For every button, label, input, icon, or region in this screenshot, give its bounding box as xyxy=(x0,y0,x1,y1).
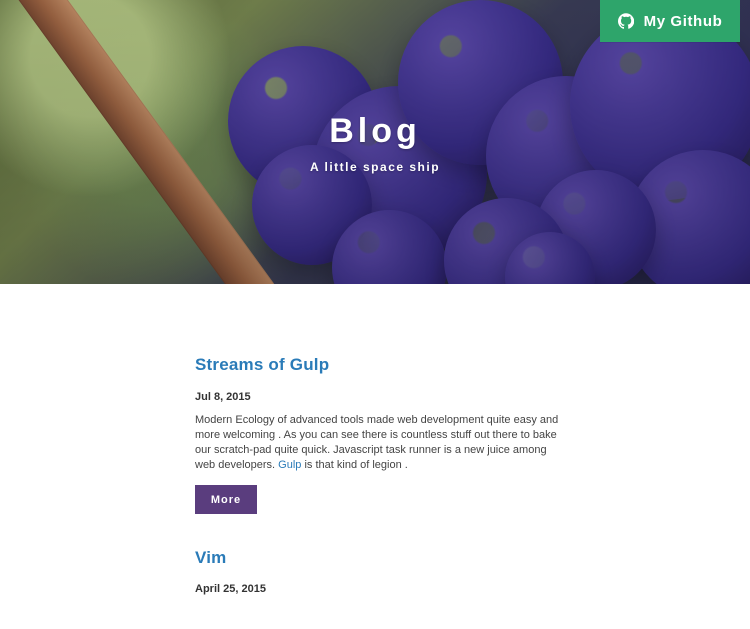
post-excerpt-text-after-link: is that kind of legion . xyxy=(304,459,408,471)
post-title-link[interactable]: Vim xyxy=(195,548,226,568)
site-subtitle: A little space ship xyxy=(309,160,441,174)
post-excerpt: Modern Ecology of advanced tools made we… xyxy=(195,413,565,473)
post-list: Streams of Gulp Jul 8, 2015 Modern Ecolo… xyxy=(195,355,565,629)
github-button-label: My Github xyxy=(643,12,723,30)
github-button[interactable]: My Github xyxy=(600,0,740,42)
hero-banner: Blog A little space ship My Github xyxy=(0,0,750,284)
post: Streams of Gulp Jul 8, 2015 Modern Ecolo… xyxy=(195,355,565,514)
post-date: April 25, 2015 xyxy=(195,583,266,595)
post-title-link[interactable]: Streams of Gulp xyxy=(195,355,329,375)
post: Vim April 25, 2015 xyxy=(195,548,565,595)
more-button[interactable]: More xyxy=(195,485,257,514)
site-title: Blog xyxy=(329,112,421,150)
github-icon xyxy=(617,13,634,29)
gulp-link[interactable]: Gulp xyxy=(278,459,301,471)
post-date: Jul 8, 2015 xyxy=(195,391,251,403)
